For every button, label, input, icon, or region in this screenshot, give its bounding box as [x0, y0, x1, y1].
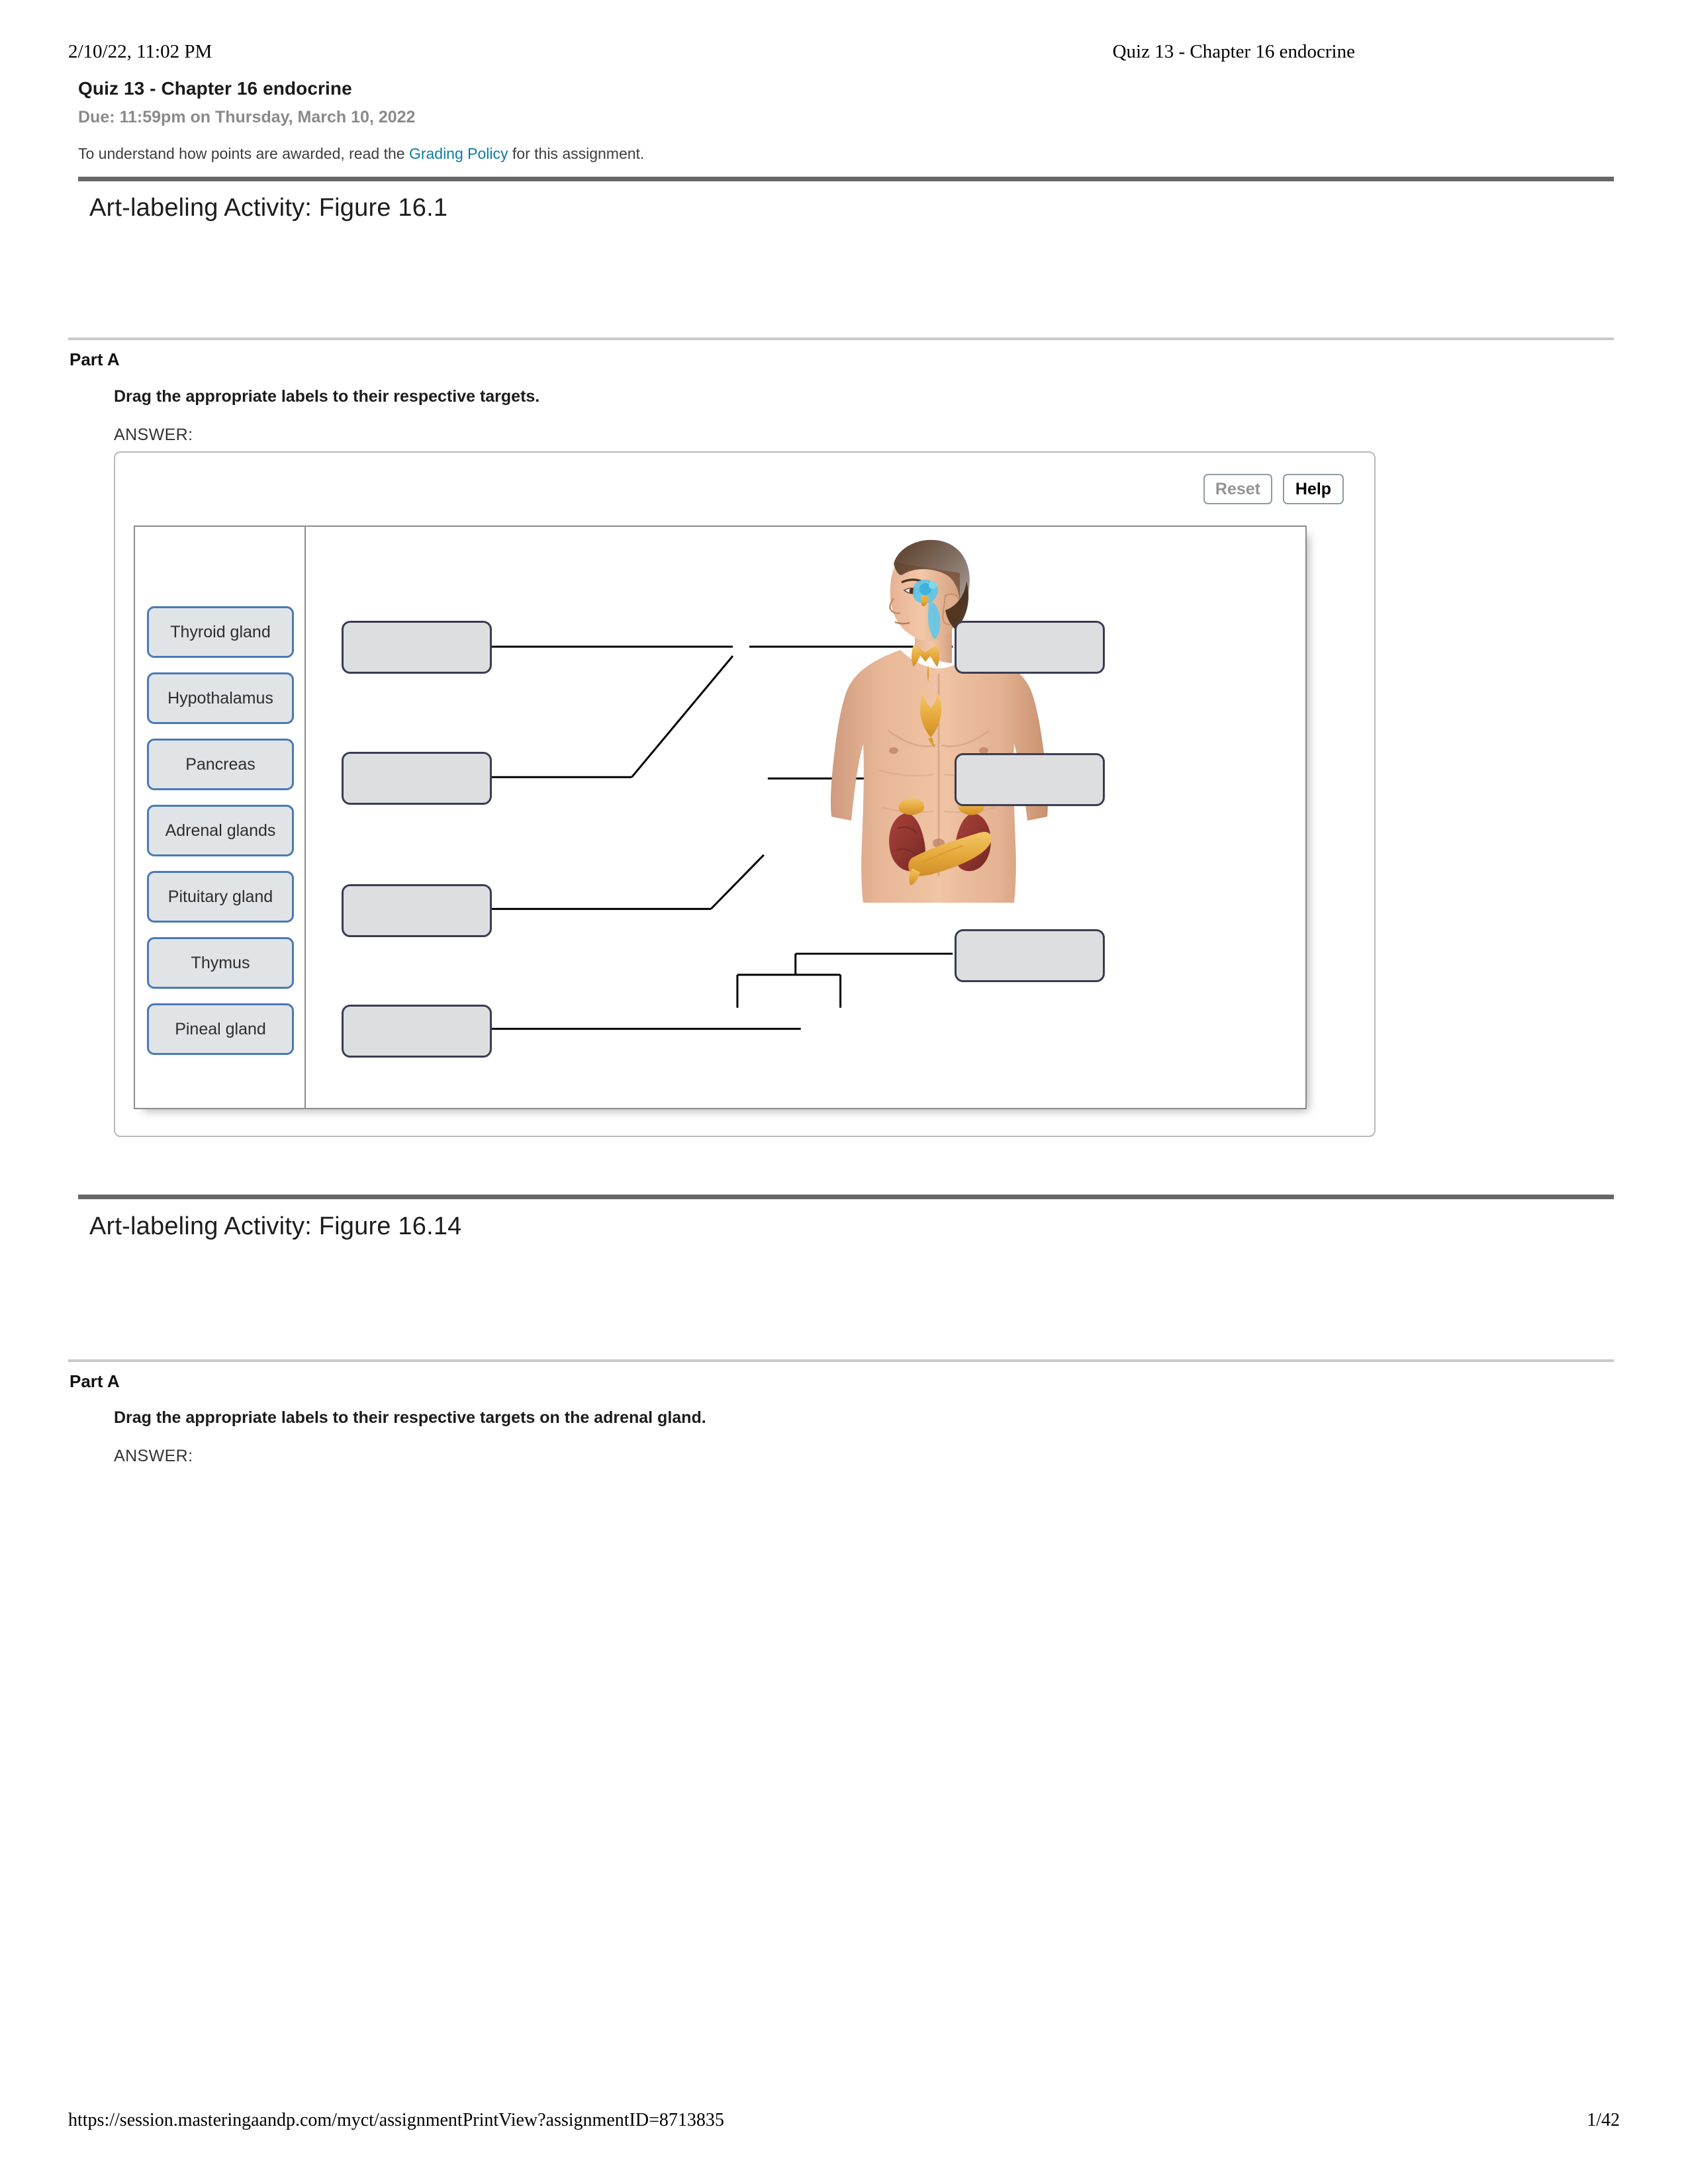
print-header-datetime: 2/10/22, 11:02 PM	[68, 41, 212, 62]
leader-lines	[491, 645, 953, 1030]
grading-policy-note: To understand how points are awarded, re…	[78, 145, 644, 163]
activity-1-prompt: Drag the appropriate labels to their res…	[114, 387, 540, 406]
label-chip-hypothalamus[interactable]: Hypothalamus	[147, 672, 294, 724]
label-chip-pituitary-gland[interactable]: Pituitary gland	[147, 871, 294, 923]
activity-1-toolbar: Reset Help	[1203, 474, 1344, 504]
activity-1-title: Art-labeling Activity: Figure 16.1	[89, 194, 448, 222]
print-header-title: Quiz 13 - Chapter 16 endocrine	[1112, 41, 1355, 62]
section-rule-activity-2	[78, 1195, 1614, 1199]
part-rule-activity-2	[68, 1359, 1614, 1362]
label-chip-thyroid-gland[interactable]: Thyroid gland	[147, 606, 294, 658]
label-chip-adrenal-glands[interactable]: Adrenal glands	[147, 805, 294, 856]
activity-1-part-label: Part A	[70, 349, 120, 369]
bank-divider	[305, 527, 306, 1108]
activity-1-answer-label: ANSWER:	[114, 426, 193, 444]
drag-drop-stage: Thyroid gland Hypothalamus Pancreas Adre…	[134, 525, 1307, 1109]
art-labeling-activity-1: Reset Help Thyroid gland Hypothalamus Pa…	[114, 451, 1376, 1137]
label-chip-pancreas[interactable]: Pancreas	[147, 739, 294, 790]
activity-2-answer-label: ANSWER:	[114, 1447, 193, 1465]
drop-target-left-1[interactable]	[342, 621, 492, 674]
label-chip-thymus[interactable]: Thymus	[147, 937, 294, 989]
reset-button[interactable]: Reset	[1203, 474, 1272, 504]
grading-policy-link[interactable]: Grading Policy	[409, 145, 508, 162]
label-chip-pineal-gland[interactable]: Pineal gland	[147, 1003, 294, 1055]
part-rule-activity-1	[68, 338, 1614, 340]
print-footer: https://session.masteringaandp.com/myct/…	[68, 2110, 1620, 2131]
drop-target-left-4[interactable]	[342, 1005, 492, 1058]
print-footer-page-number: 1/42	[1587, 2110, 1620, 2130]
activity-2-title: Art-labeling Activity: Figure 16.14	[89, 1212, 462, 1240]
grading-note-suffix: for this assignment.	[508, 145, 645, 162]
endocrine-figure-image	[816, 532, 1113, 903]
drop-target-right-3[interactable]	[955, 929, 1105, 982]
drop-target-left-2[interactable]	[342, 752, 492, 805]
print-footer-url: https://session.masteringaandp.com/myct/…	[68, 2110, 724, 2130]
drop-target-left-3[interactable]	[342, 884, 492, 937]
activity-2-part-label: Part A	[70, 1371, 120, 1391]
activity-2-prompt: Drag the appropriate labels to their res…	[114, 1408, 706, 1427]
assignment-due-date: Due: 11:59pm on Thursday, March 10, 2022	[78, 108, 416, 126]
grading-note-prefix: To understand how points are awarded, re…	[78, 145, 409, 162]
assignment-title: Quiz 13 - Chapter 16 endocrine	[78, 78, 352, 99]
section-rule-activity-1	[78, 177, 1614, 181]
help-button[interactable]: Help	[1283, 474, 1344, 504]
drop-target-right-1[interactable]	[955, 621, 1105, 674]
drop-target-right-2[interactable]	[955, 753, 1105, 806]
label-bank: Thyroid gland Hypothalamus Pancreas Adre…	[147, 606, 294, 1069]
print-header: 2/10/22, 11:02 PM Quiz 13 - Chapter 16 e…	[68, 41, 1620, 63]
